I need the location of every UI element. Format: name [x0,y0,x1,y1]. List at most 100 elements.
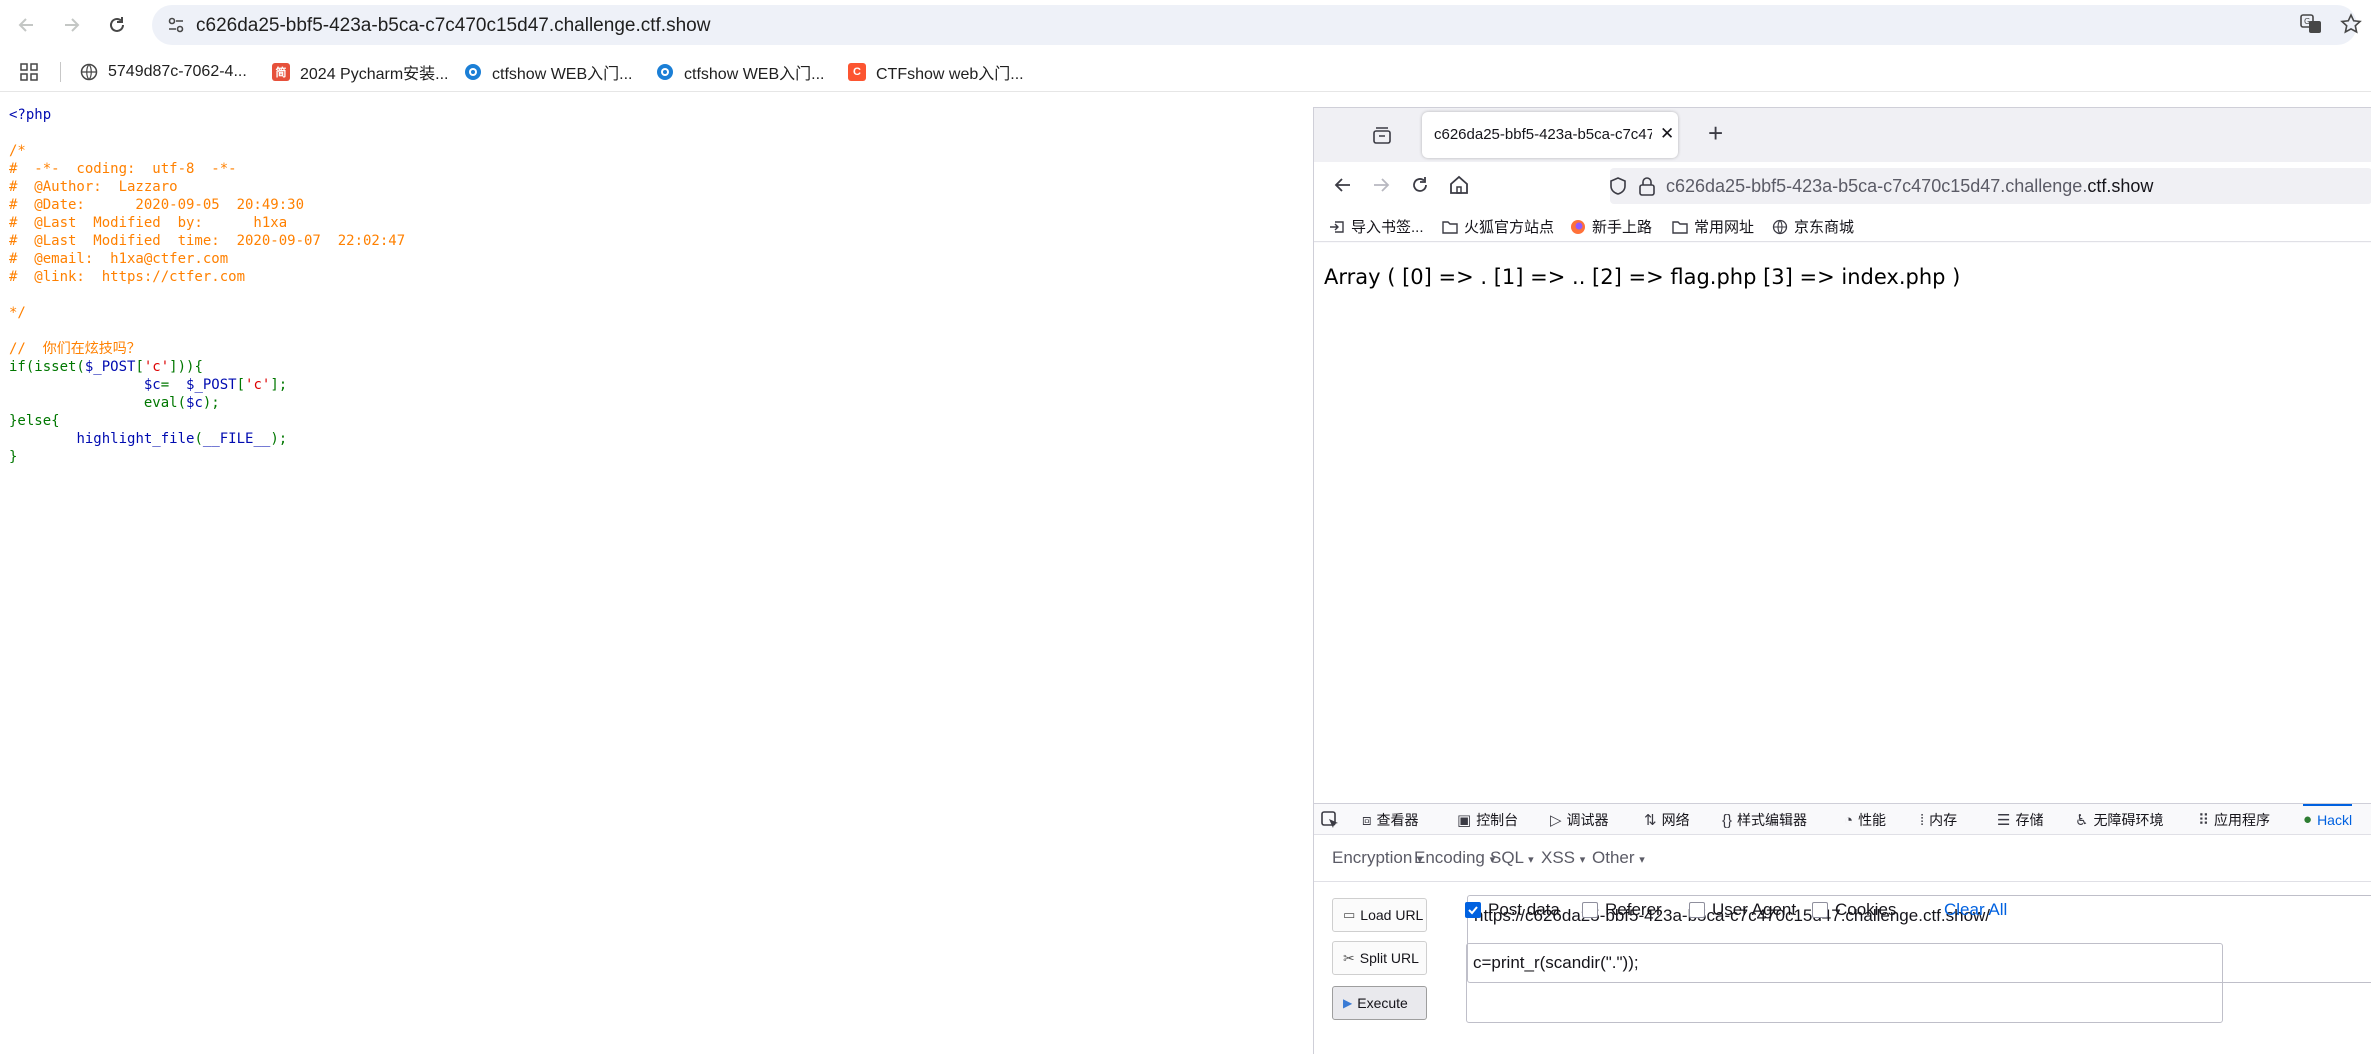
firefox-nav-bar: c626da25-bbf5-423a-b5ca-c7c470c15d47.cha… [1314,162,2371,210]
bookmark-label: ctfshow WEB入门... [492,66,633,83]
devtools-tab-performance[interactable]: ◔ 性能 [1844,810,1886,830]
code-line: /* [9,142,405,160]
ff-bookmark-label: 京东商城 [1794,219,1855,236]
hackbar-menu-other[interactable]: Other ▾ [1592,848,1645,868]
devtools-tab-debugger[interactable]: ▷ 调试器 [1550,810,1609,830]
new-tab-icon[interactable]: + [1708,120,1723,146]
url-domain: ctf.show [2087,176,2154,196]
menu-label: XSS [1541,848,1576,867]
address-bar[interactable]: c626da25-bbf5-423a-b5ca-c7c470c15d47.cha… [152,5,2357,45]
ff-bookmark-folder[interactable]: 常用网址 [1672,216,1754,237]
bookmark-item[interactable]: 简 2024 Pycharm安装... [272,60,449,84]
bookmark-label: ctfshow WEB入门... [684,66,825,83]
firefox-tab-strip: c626da25-bbf5-423a-b5ca-c7c47 ✕ + [1314,108,2371,162]
devtools-tab-label: 控制台 [1476,812,1519,828]
ff-bookmarks-toolbar: 导入书签... 火狐官方站点 新手上路 常用网址 京东商城 [1314,210,2371,242]
devtools-tab-label: Hackl [2317,811,2353,828]
caret-down-icon: ▾ [1639,854,1645,866]
code-line: <?php [9,106,405,124]
code-line: // 你们在炫技吗？ [9,340,405,358]
devtools-tab-label: 存储 [2015,812,2044,828]
hackbar-url-textarea[interactable]: https://c626da25-bbf5-423a-b5ca-c7c470c1… [1467,895,2371,983]
translate-button[interactable]: G [2300,13,2322,40]
hackbar-menu-xss[interactable]: XSS ▾ [1541,848,1585,868]
bookmark-item[interactable]: ctfshow WEB入门... [464,60,632,84]
caret-down-icon: ▾ [1528,854,1534,866]
translate-icon: G [2300,14,2321,33]
element-picker-button[interactable] [1320,810,1340,835]
reload-icon [110,17,124,32]
devtools-tab-hackbar[interactable]: ● Hackl [2303,804,2353,828]
button-label: Split URL [1359,950,1419,966]
hackbar-menu-encoding[interactable]: Encoding ▾ [1414,848,1495,868]
reload-button[interactable] [102,10,132,40]
code-token: ])){ [169,359,203,375]
ff-home-button[interactable] [1448,174,1470,201]
close-tab-icon[interactable]: ✕ [1660,124,1674,144]
menu-label: Encoding [1414,848,1485,867]
bookmark-star-button[interactable] [2340,13,2362,40]
storage-icon: ☰ [1997,812,2011,829]
ff-address-bar[interactable]: c626da25-bbf5-423a-b5ca-c7c470c15d47.cha… [1610,168,2371,204]
code-token: // 你们在炫技吗？ [9,341,141,357]
lock-icon[interactable] [1638,176,1656,196]
accessibility-icon: ♿ [2075,812,2089,829]
ff-bookmark-item[interactable]: 新手上路 [1570,216,1652,237]
ff-bookmark-label: 导入书签... [1351,219,1424,236]
code-token: 'c' [245,377,271,393]
devtools-tab-accessibility[interactable]: ♿ 无障碍环境 [2075,810,2163,830]
code-line: # @Date: 2020-09-05 20:49:30 [9,196,405,214]
ctfshow-icon [657,64,673,80]
code-line: */ [9,304,405,322]
ff-back-button[interactable] [1332,174,1354,201]
menu-label: Encryption [1332,848,1413,867]
load-url-button[interactable]: ▭ Load URL [1332,898,1427,932]
load-url-icon: ▭ [1343,907,1356,922]
firefox-tab[interactable]: c626da25-bbf5-423a-b5ca-c7c47 ✕ [1422,112,1678,158]
tab-list-button[interactable] [1372,125,1392,150]
code-token: /* [9,143,26,159]
devtools-tab-network[interactable]: ⇅ 网络 [1644,810,1690,830]
devtools-tab-label: 查看器 [1376,812,1419,828]
hackbar-menu-sql[interactable]: SQL ▾ [1490,848,1534,868]
ff-bookmark-import[interactable]: 导入书签... [1329,216,1424,237]
ff-bookmark-item[interactable]: 京东商城 [1772,216,1854,237]
bookmark-item[interactable]: 5749d87c-7062-4... [80,60,247,84]
devtools-tab-style-editor[interactable]: {} 样式编辑器 [1722,810,1807,830]
firefox-window: c626da25-bbf5-423a-b5ca-c7c47 ✕ + c626da… [1313,107,2371,1054]
forward-button[interactable] [56,10,86,40]
devtools-tab-console[interactable]: ▣ 控制台 [1457,810,1518,830]
devtools-tab-bar: ⧈ 查看器 ▣ 控制台 ▷ 调试器 ⇅ 网络 {} 样式编辑器 ◔ 性能 ⁞ 内存 ☰ 存储 ♿… [1314,803,2371,835]
devtools-tab-application[interactable]: ⠿ 应用程序 [2198,810,2270,830]
code-token: } [9,449,18,465]
ff-reload-button[interactable] [1409,174,1431,201]
devtools-tab-label: 调试器 [1566,812,1609,828]
back-button[interactable] [12,10,42,40]
code-token: <?php [9,107,52,123]
devtools-tab-storage[interactable]: ☰ 存储 [1997,810,2043,830]
code-token: [ [236,377,246,393]
code-token: $c [143,377,161,393]
ff-forward-button[interactable] [1370,174,1392,201]
devtools-tab-inspector[interactable]: ⧈ 查看器 [1362,810,1419,830]
execute-button[interactable]: ▶ Execute [1332,986,1427,1020]
ff-bookmark-label: 常用网址 [1694,219,1755,236]
star-icon [2340,13,2362,34]
code-line: # @email: h1xa@ctfer.com [9,250,405,268]
bookmark-item[interactable]: ctfshow WEB入门... [656,60,824,84]
apps-button[interactable] [20,60,38,84]
debugger-icon: ▷ [1550,812,1562,829]
bookmark-item[interactable]: C CTFshow web入门... [848,60,1024,84]
shield-icon[interactable] [1608,176,1628,196]
devtools-tab-label: 应用程序 [2214,812,2270,828]
ff-bookmark-folder[interactable]: 火狐官方站点 [1442,216,1554,237]
code-token: # -*- coding: utf-8 -*- [9,161,237,177]
ff-address-text: c626da25-bbf5-423a-b5ca-c7c470c15d47.cha… [1666,176,2153,197]
devtools-tab-memory[interactable]: ⁞ 内存 [1920,810,1957,830]
site-info-icon[interactable] [166,15,186,35]
bookmark-label: CTFshow web入门... [876,66,1024,83]
code-token: if(isset( [9,359,85,375]
hackbar-menu-encryption[interactable]: Encryption ▾ [1332,848,1423,868]
split-url-button[interactable]: ✂ Split URL [1332,941,1427,975]
